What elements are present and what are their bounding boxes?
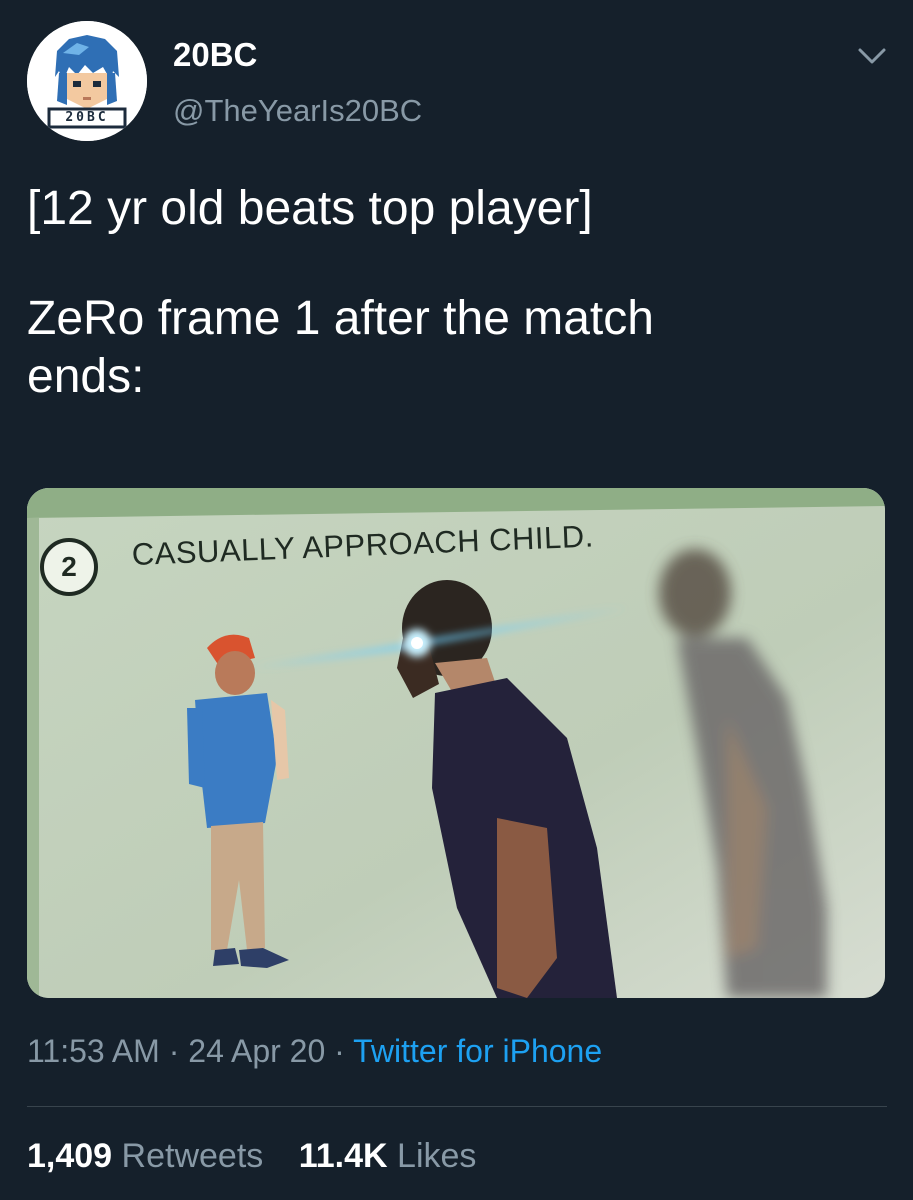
likes-count: 11.4K: [298, 1137, 388, 1175]
tweet-date: 24 Apr 20: [188, 1033, 326, 1069]
tweet-text-line: ends:: [27, 350, 145, 403]
step-number-badge: 2: [40, 538, 98, 596]
tweet-text-line: ZeRo frame 1 after the match: [27, 292, 654, 345]
tweet-text-line: [12 yr old beats top player]: [27, 182, 593, 235]
meta-separator: ·: [325, 1033, 354, 1069]
meta-separator: ·: [159, 1033, 189, 1069]
chevron-down-icon[interactable]: [855, 44, 889, 68]
avatar-label: 20BC: [65, 110, 109, 125]
tweet-text: [12 yr old beats top player] ZeRo frame …: [27, 180, 887, 406]
tweet-source-link[interactable]: Twitter for iPhone: [353, 1033, 602, 1069]
tweet-meta: 11:53 AM · 24 Apr 20 · Twitter for iPhon…: [27, 1033, 602, 1070]
likes-stat[interactable]: 11.4K Likes: [299, 1137, 477, 1176]
retweets-count: 1,409: [27, 1137, 113, 1175]
tweet: 20BC 20BC @TheYearIs20BC [12 yr old beat…: [0, 0, 913, 1200]
retweets-stat[interactable]: 1,409 Retweets: [27, 1137, 263, 1176]
divider: [27, 1106, 887, 1107]
author-display-name[interactable]: 20BC: [173, 36, 257, 74]
tweet-stats: 1,409 Retweets 11.4K Likes: [27, 1137, 502, 1176]
author-handle[interactable]: @TheYearIs20BC: [173, 93, 422, 129]
retweets-label: Retweets: [121, 1137, 264, 1175]
tweet-time: 11:53 AM: [27, 1033, 160, 1069]
likes-label: Likes: [397, 1137, 477, 1175]
avatar[interactable]: 20BC: [27, 21, 147, 141]
